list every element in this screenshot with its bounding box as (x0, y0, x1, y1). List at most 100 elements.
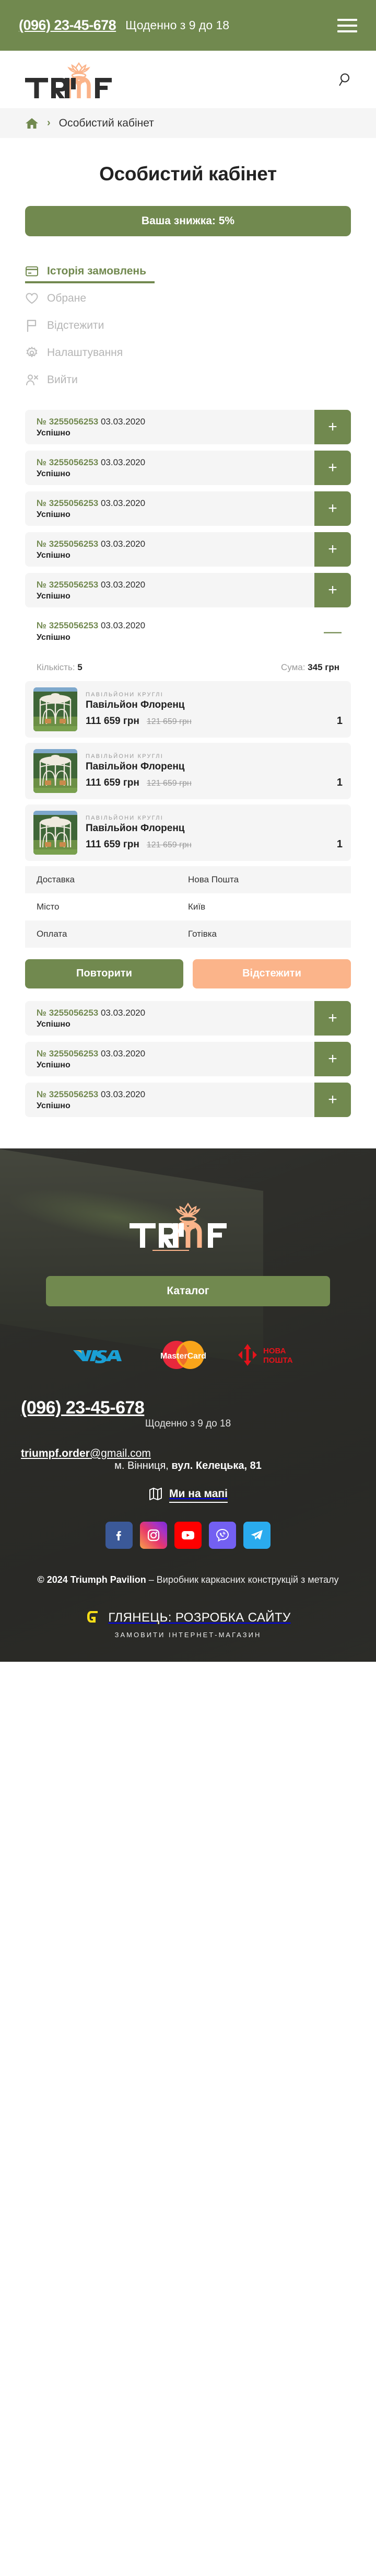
order-summary: № 3255056253 03.03.2020 Успішно (25, 573, 314, 608)
order-row[interactable]: № 3255056253 03.03.2020 Успішно + (25, 1082, 351, 1117)
order-status: Успішно (37, 592, 70, 601)
sidebar-item-track[interactable]: Відстежити (25, 312, 351, 339)
order-product-item[interactable]: ПАВІЛЬЙОНИ КРУГЛІ Павільйон Флоренц 111 … (25, 681, 351, 738)
product-thumbnail (33, 687, 77, 731)
order-number: № 3255056253 (37, 1048, 99, 1059)
topbar-hours: Щоденно з 9 до 18 (125, 18, 230, 32)
footer-email-link[interactable]: triumpf.order@gmail.com (21, 1447, 151, 1459)
sidebar-item-logout[interactable]: Вийти (25, 366, 351, 393)
order-row[interactable]: № 3255056253 03.03.2020 Успішно + (25, 491, 351, 526)
site-logo[interactable] (19, 60, 139, 99)
nova-poshta-logo: НОВА ПОШТА (236, 1342, 304, 1371)
table-row: Місто Київ (25, 893, 351, 921)
order-row[interactable]: № 3255056253 03.03.2020 Успішно + (25, 532, 351, 567)
product-quantity: 1 (336, 776, 343, 788)
sidebar-item-order-history[interactable]: Історія замовлень (25, 257, 351, 284)
topbar-phone-link[interactable]: (096) 23-45-678 (19, 17, 116, 33)
order-status: Успішно (37, 551, 70, 560)
account-nav: Історія замовлень Обране Відстежити Нала… (25, 257, 351, 393)
order-number: № 3255056253 (37, 620, 99, 631)
triumf-logo-icon (130, 1202, 227, 1251)
order-number: № 3255056253 (37, 417, 99, 427)
footer-logo[interactable] (21, 1180, 355, 1276)
product-old-price: 121 659 грн (146, 717, 192, 726)
instagram-icon (147, 1529, 160, 1541)
detail-key: Оплата (37, 928, 67, 939)
order-product-item[interactable]: ПАВІЛЬЙОНИ КРУГЛІ Павільйон Флоренц 111 … (25, 804, 351, 861)
order-number: № 3255056253 (37, 498, 99, 509)
sidebar-item-settings[interactable]: Налаштування (25, 339, 351, 366)
product-price: 111 659 грн (86, 838, 139, 850)
developer-link[interactable]: ГЛЯНЕЦЬ: РОЗРОБКА САЙТУ (21, 1608, 355, 1631)
order-date: 03.03.2020 (100, 457, 146, 468)
sidebar-item-favorites[interactable]: Обране (25, 284, 351, 312)
order-summary: № 3255056253 03.03.2020 Успішно (25, 451, 314, 486)
order-expand-button[interactable]: + (314, 451, 351, 486)
order-summary: № 3255056253 03.03.2020 Успішно (25, 1041, 314, 1076)
viber-link[interactable] (209, 1521, 236, 1549)
heart-icon (25, 292, 39, 305)
sidebar-item-label: Відстежити (47, 319, 104, 331)
youtube-link[interactable] (174, 1521, 202, 1549)
gear-icon (25, 346, 39, 360)
order-list-top: № 3255056253 03.03.2020 Успішно + № 3255… (25, 410, 351, 608)
chevron-right-icon: › (47, 117, 51, 129)
product-thumbnail (33, 749, 77, 793)
order-expand-button[interactable]: + (314, 1000, 351, 1036)
order-number: № 3255056253 (37, 457, 99, 468)
order-expand-button[interactable]: + (314, 410, 351, 445)
footer-phone-link[interactable]: (096) 23-45-678 (21, 1398, 145, 1418)
telegram-icon (251, 1530, 263, 1540)
hamburger-menu-icon[interactable] (337, 18, 357, 32)
triumf-logo-icon (25, 62, 112, 98)
product-name: Павільйон Флоренц (86, 761, 185, 772)
detail-key: Доставка (37, 874, 75, 884)
flag-icon (25, 319, 39, 332)
breadcrumb-home-link[interactable] (25, 117, 39, 130)
footer-address: м. Вінниця, вул. Келецька, 81 (114, 1459, 262, 1471)
discount-banner: Ваша знижка: 5% (25, 206, 351, 236)
developer-subtitle: ЗАМОВИТИ ІНТЕРНЕТ-МАГАЗИН (114, 1630, 262, 1639)
instagram-link[interactable] (140, 1521, 167, 1549)
table-row: Доставка Нова Пошта (25, 866, 351, 893)
order-row[interactable]: № 3255056253 03.03.2020 Успішно + (25, 410, 351, 445)
sidebar-item-label: Налаштування (47, 347, 123, 359)
order-expand-button[interactable]: + (314, 1082, 351, 1117)
sidebar-item-label: Вийти (47, 374, 78, 386)
order-row[interactable]: № 3255056253 03.03.2020 Успішно + (25, 451, 351, 486)
svg-text:MasterCard: MasterCard (160, 1352, 206, 1361)
track-order-button[interactable]: Відстежити (193, 959, 351, 988)
order-status: Успішно (37, 510, 70, 520)
search-button[interactable] (334, 68, 357, 91)
order-expand-button[interactable]: + (314, 532, 351, 567)
email-user: triumpf.order (21, 1447, 90, 1459)
map-icon (148, 1487, 163, 1504)
map-link[interactable]: Ми на мапі (21, 1487, 355, 1504)
order-product-item[interactable]: ПАВІЛЬЙОНИ КРУГЛІ Павільйон Флоренц 111 … (25, 742, 351, 799)
visa-logo (72, 1344, 131, 1368)
order-row-expanded[interactable]: № 3255056253 03.03.2020 Успішно — (25, 614, 351, 648)
payment-methods: MasterCard НОВА ПОШТА (21, 1337, 355, 1376)
copyright-text: – Виробник каркасних конструкцій з метал… (146, 1574, 339, 1585)
header-bar (0, 51, 376, 108)
repeat-order-button[interactable]: Повторити (25, 959, 183, 988)
order-row[interactable]: № 3255056253 03.03.2020 Успішно + (25, 573, 351, 608)
order-date: 03.03.2020 (100, 498, 146, 509)
product-category: ПАВІЛЬЙОНИ КРУГЛІ (86, 814, 163, 821)
copyright: © 2024 Triumph Pavilion – Виробник карка… (21, 1573, 355, 1608)
catalog-button[interactable]: Каталог (46, 1275, 330, 1306)
table-row: Оплата Готівка (25, 920, 351, 948)
product-old-price: 121 659 грн (146, 778, 192, 788)
order-status: Успішно (37, 1060, 70, 1070)
order-expand-button[interactable]: + (314, 573, 351, 608)
order-row[interactable]: № 3255056253 03.03.2020 Успішно + (25, 1041, 351, 1076)
order-expand-button[interactable]: + (314, 491, 351, 526)
order-collapse-button[interactable]: — (314, 614, 351, 648)
detail-key: Місто (37, 901, 60, 912)
order-row[interactable]: № 3255056253 03.03.2020 Успішно + (25, 1000, 351, 1036)
top-bar: (096) 23-45-678 Щоденно з 9 до 18 (0, 0, 376, 51)
order-totals: Кількість: 5 Сума: 345 грн (25, 655, 351, 681)
order-expand-button[interactable]: + (314, 1041, 351, 1076)
facebook-link[interactable] (105, 1521, 133, 1549)
telegram-link[interactable] (243, 1521, 271, 1549)
